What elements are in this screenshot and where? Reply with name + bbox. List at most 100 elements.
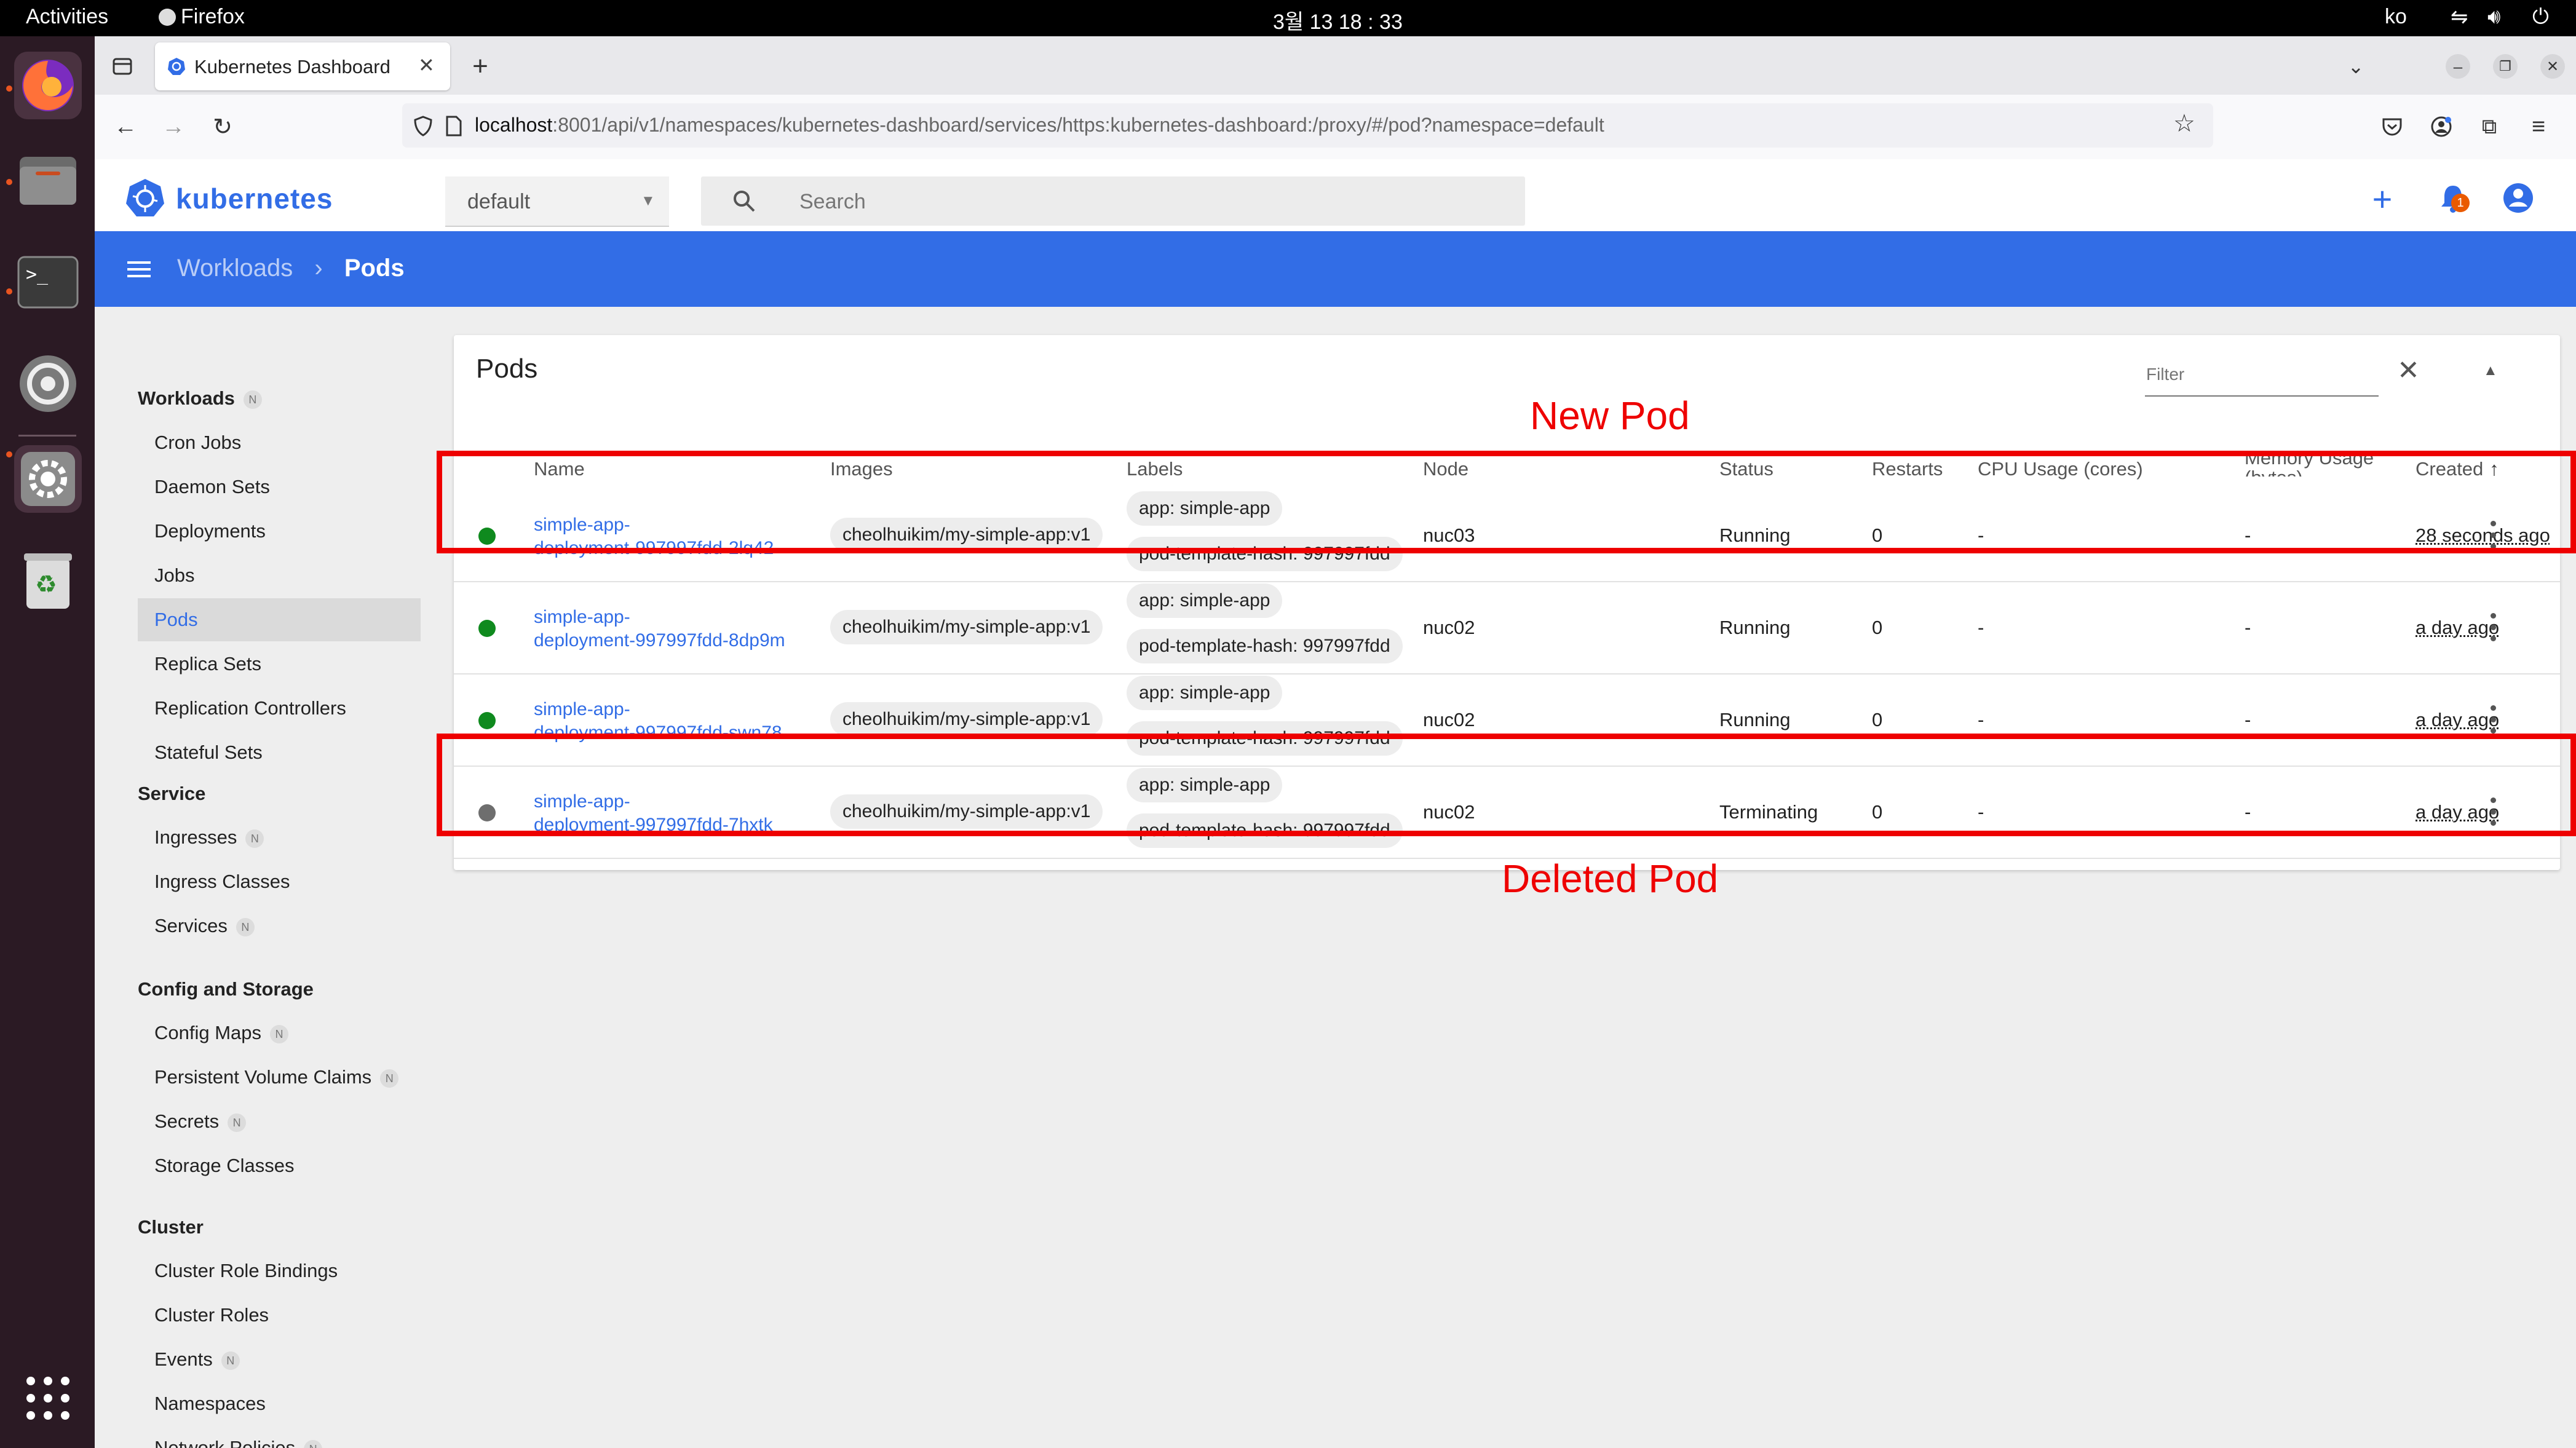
list-tabs-button[interactable]: ⌄	[2339, 50, 2372, 83]
clear-filter-icon[interactable]: ✕	[2397, 355, 2420, 386]
card-title: Pods	[476, 354, 538, 384]
create-resource-button[interactable]: +	[2364, 179, 2401, 218]
sidebar-item[interactable]: Cluster Roles	[138, 1294, 421, 1337]
sidebar-item[interactable]: Ingresses N	[138, 816, 421, 859]
sidebar-item[interactable]: Namespaces	[138, 1382, 421, 1425]
sidebar-item[interactable]: Replication Controllers	[138, 687, 421, 730]
browser-tab-active[interactable]: Kubernetes Dashboard ✕	[155, 42, 450, 90]
maximize-button[interactable]: ❐	[2493, 54, 2518, 79]
sidebar-item[interactable]: Secrets N	[138, 1100, 421, 1143]
input-language[interactable]: ko	[2385, 5, 2407, 29]
sidebar-item[interactable]: Events N	[138, 1338, 421, 1381]
svg-text:>_: >_	[26, 264, 49, 285]
namespace-selector[interactable]: default ▼	[445, 176, 669, 227]
sidebar-item[interactable]: Jobs	[138, 554, 421, 597]
label-chip: app: simple-app	[1127, 676, 1283, 710]
sidebar-item-label: Cluster Role Bindings	[154, 1260, 338, 1281]
nav-section-0[interactable]: Workloads N	[138, 387, 262, 409]
sidebar-item[interactable]: Network Policies N	[138, 1426, 421, 1448]
sidebar-item[interactable]: Services N	[138, 904, 421, 948]
sidebar-item[interactable]: Config Maps N	[138, 1011, 421, 1054]
plus-icon: +	[2372, 179, 2393, 218]
search-input[interactable]	[798, 185, 1477, 218]
trash-launcher[interactable]: ♻	[14, 547, 82, 614]
breadcrumb-workloads[interactable]: Workloads	[177, 255, 293, 282]
sidebar-item[interactable]: Stateful Sets	[138, 731, 421, 774]
pocket-button[interactable]	[2376, 111, 2408, 143]
nav-section-3[interactable]: Cluster	[138, 1216, 204, 1238]
search-icon	[734, 191, 755, 212]
power-icon[interactable]: ⏻	[2532, 5, 2549, 29]
new-tab-button[interactable]: +	[464, 50, 497, 83]
running-indicator	[6, 179, 12, 185]
url-path: :8001/api/v1/namespaces/kubernetes-dashb…	[552, 114, 1604, 136]
collapse-card-icon[interactable]: ▲	[2483, 362, 2498, 379]
notifications-button[interactable]: 1	[2431, 180, 2475, 217]
app-menu-button[interactable]: ≡	[2522, 111, 2554, 143]
software-updater-launcher[interactable]	[14, 350, 82, 417]
table-row[interactable]: simple-app-deployment-997997fdd-8dp9m che…	[454, 581, 2560, 675]
kubernetes-logo-icon[interactable]	[125, 178, 165, 217]
pod-memory: -	[2245, 617, 2251, 638]
nav-section-title: Config and Storage	[138, 978, 314, 1000]
nav-section-1[interactable]: Service	[138, 783, 205, 805]
close-window-button[interactable]: ✕	[2540, 54, 2565, 79]
files-launcher[interactable]	[14, 147, 82, 215]
search-bar[interactable]	[701, 176, 1525, 226]
extensions-button[interactable]: ⧉	[2473, 111, 2505, 143]
pocket-icon	[2382, 118, 2402, 136]
firefox-view-icon	[113, 58, 132, 75]
clock[interactable]: 3월 13 18 : 33	[1273, 5, 1403, 35]
page-icon[interactable]	[445, 116, 462, 136]
filter-field[interactable]	[2145, 352, 2379, 397]
account-icon	[2431, 116, 2452, 137]
firefox-view-button[interactable]	[107, 51, 138, 82]
sidebar-item[interactable]: Cron Jobs	[138, 421, 421, 464]
forward-button[interactable]: →	[156, 109, 191, 144]
sidebar-item[interactable]: Cluster Role Bindings	[138, 1249, 421, 1292]
sidebar-item[interactable]: Daemon Sets	[138, 465, 421, 508]
running-indicator	[6, 85, 12, 92]
row-actions-menu[interactable]	[2489, 613, 2497, 641]
dock: >_ ♻	[0, 36, 95, 1448]
settings-launcher[interactable]	[14, 445, 82, 513]
firefox-app-menu[interactable]: Firefox	[159, 5, 245, 29]
sidebar-item[interactable]: Persistent Volume Claims N	[138, 1056, 421, 1099]
pod-name-link[interactable]: simple-app-deployment-997997fdd-8dp9m	[534, 606, 785, 652]
terminal-launcher[interactable]: >_	[14, 248, 82, 316]
pod-status: Running	[1719, 709, 1791, 730]
sidebar-item[interactable]: Replica Sets	[138, 643, 421, 686]
minimize-button[interactable]: –	[2446, 54, 2470, 79]
sidebar-item[interactable]: Pods	[138, 598, 421, 641]
tab-strip: Kubernetes Dashboard ✕ + ⌄ – ❐ ✕	[95, 36, 2576, 95]
sidebar-item[interactable]: Deployments	[138, 510, 421, 553]
shield-icon[interactable]	[413, 116, 433, 136]
sidebar-item-label: Services	[154, 915, 228, 936]
user-account-button[interactable]	[2499, 179, 2537, 217]
sidebar-item[interactable]: Ingress Classes	[138, 860, 421, 903]
sidebar-item-label: Config Maps	[154, 1022, 262, 1043]
pod-node[interactable]: nuc02	[1423, 709, 1475, 731]
activities-button[interactable]: Activities	[26, 5, 108, 29]
bookmark-star-icon[interactable]: ☆	[2173, 109, 2195, 138]
url-bar[interactable]: localhost:8001/api/v1/namespaces/kuberne…	[402, 103, 2213, 148]
row-actions-menu[interactable]	[2489, 705, 2497, 734]
network-icon[interactable]: ⇋	[2451, 5, 2468, 30]
nav-menu-toggle[interactable]	[122, 252, 156, 287]
back-button[interactable]: ←	[108, 109, 143, 144]
brand-name[interactable]: kubernetes	[176, 182, 333, 215]
system-top-bar: Activities Firefox 3월 13 18 : 33 ko ⇋ 🔊︎…	[0, 0, 2576, 36]
account-button[interactable]	[2425, 111, 2457, 143]
sidebar-item-label: Namespaces	[154, 1393, 266, 1414]
volume-icon[interactable]: 🔊︎	[2487, 5, 2500, 29]
reload-button[interactable]: ↻	[205, 109, 240, 144]
firefox-launcher[interactable]	[14, 52, 82, 119]
sidebar-item[interactable]: Storage Classes	[138, 1144, 421, 1187]
show-applications-button[interactable]	[14, 1364, 82, 1432]
app-name: Firefox	[181, 5, 245, 28]
close-tab-icon[interactable]: ✕	[418, 53, 435, 77]
pod-node[interactable]: nuc02	[1423, 617, 1475, 639]
namespaced-badge: N	[270, 1024, 289, 1043]
nav-section-2[interactable]: Config and Storage	[138, 978, 314, 1000]
filter-input[interactable]	[2145, 361, 2375, 388]
